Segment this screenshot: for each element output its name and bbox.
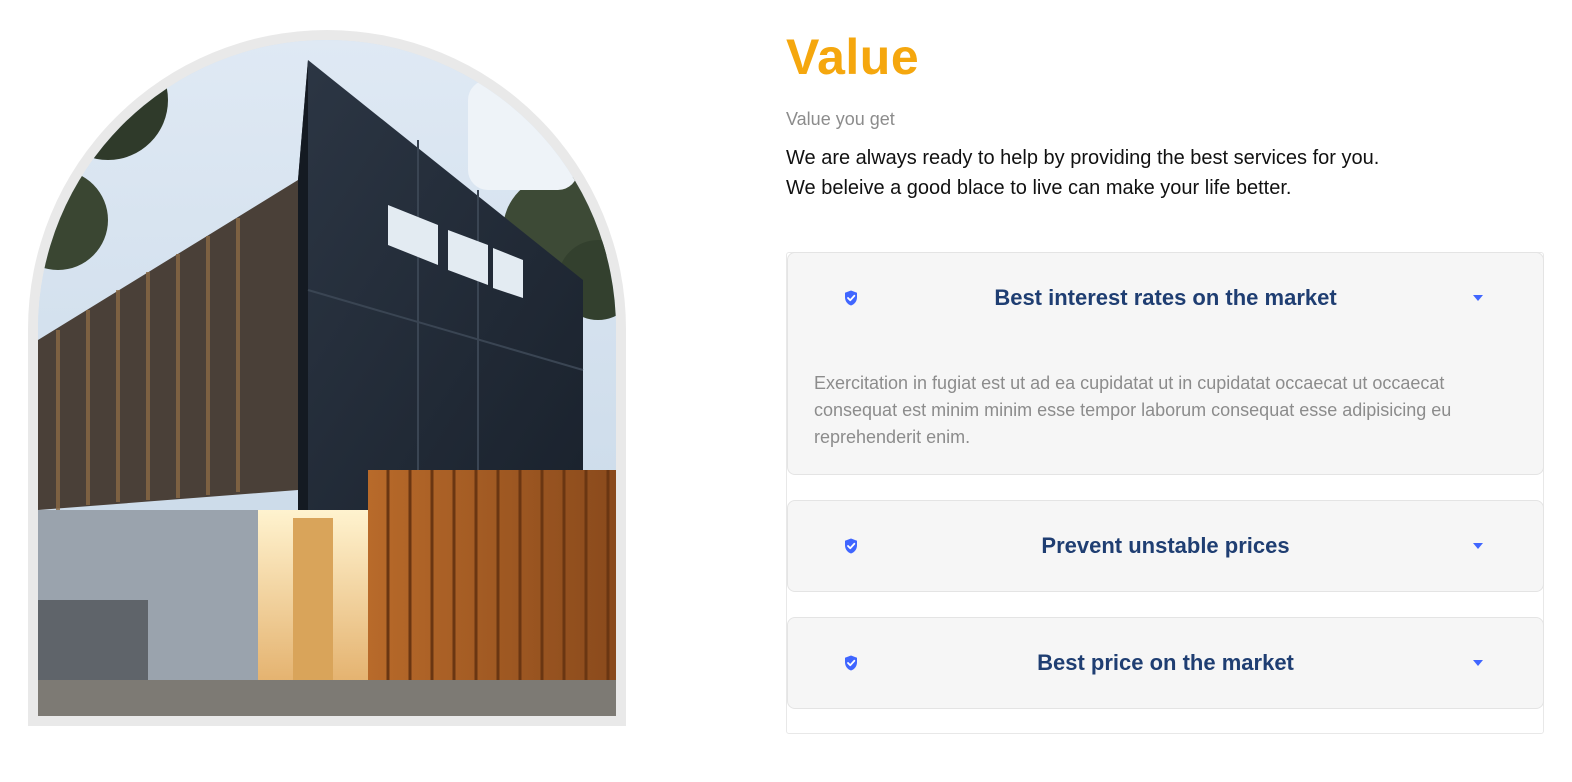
accordion-item-prevent-unstable-prices: Prevent unstable prices	[787, 500, 1544, 592]
description-line-2: We beleive a good blace to live can make…	[786, 177, 1292, 199]
accordion-item-best-interest-rates: Best interest rates on the market Exerci…	[787, 252, 1544, 475]
section-subtitle: Value you get	[786, 109, 895, 129]
accordion-header-best-interest-rates[interactable]: Best interest rates on the market	[788, 253, 1543, 343]
caret-down-icon[interactable]	[1472, 294, 1484, 302]
section-description: We are always ready to help by providing…	[786, 143, 1546, 203]
house-illustration	[38, 40, 616, 716]
accordion-header-prevent-unstable-prices[interactable]: Prevent unstable prices	[788, 501, 1543, 591]
accordion-header-best-price[interactable]: Best price on the market	[788, 618, 1543, 708]
accordion-heading: Best price on the market	[1037, 650, 1294, 675]
section-title: Value	[786, 29, 920, 85]
caret-down-icon[interactable]	[1472, 659, 1484, 667]
house-photo	[38, 40, 616, 716]
accordion-heading: Best interest rates on the market	[994, 285, 1337, 310]
accordion-body-text: Exercitation in fugiat est ut ad ea cupi…	[814, 373, 1452, 447]
caret-down-icon[interactable]	[1472, 542, 1484, 550]
hero-image-frame	[28, 30, 626, 726]
accordion-item-best-price: Best price on the market	[787, 617, 1544, 709]
description-line-1: We are always ready to help by providing…	[786, 147, 1380, 169]
value-accordion: Best interest rates on the market Exerci…	[786, 252, 1544, 734]
accordion-heading: Prevent unstable prices	[1041, 533, 1290, 558]
